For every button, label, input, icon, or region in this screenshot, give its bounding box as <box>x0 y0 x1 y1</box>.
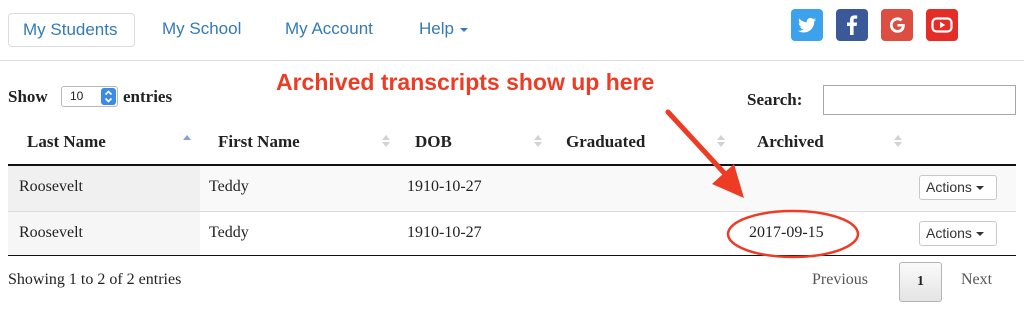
help-dropdown[interactable]: Help <box>405 13 482 46</box>
search-label: Search: <box>747 90 803 109</box>
google-plus-button[interactable] <box>881 9 913 41</box>
sort-ascending-icon <box>183 135 191 147</box>
cell-last-name: Roosevelt <box>19 224 83 241</box>
actions-label: Actions <box>926 179 972 195</box>
column-header-graduated[interactable]: Graduated <box>566 132 645 152</box>
show-label: Show <box>8 87 48 106</box>
caret-down-icon <box>975 232 984 237</box>
search-input[interactable] <box>823 85 1016 115</box>
column-header-first-name[interactable]: First Name <box>218 132 300 152</box>
caret-down-icon <box>975 186 984 191</box>
page-length-select[interactable]: 10 <box>61 86 118 107</box>
previous-page-button[interactable]: Previous <box>812 271 868 289</box>
caret-down-icon <box>459 27 468 32</box>
cell-dob: 1910-10-27 <box>407 178 482 195</box>
column-header-archived[interactable]: Archived <box>757 132 824 152</box>
youtube-button[interactable] <box>926 9 958 41</box>
annotation-callout: Archived transcripts show up here <box>276 69 655 95</box>
tab-my-account[interactable]: My Account <box>271 13 387 46</box>
entries-label: entries <box>123 87 173 106</box>
tab-my-school[interactable]: My School <box>148 13 255 46</box>
google-plus-icon <box>889 17 905 33</box>
sort-both-icon <box>534 135 542 147</box>
tab-my-students[interactable]: My Students <box>8 13 135 47</box>
actions-label: Actions <box>926 225 972 241</box>
cell-first-name: Teddy <box>209 224 249 241</box>
cell-last-name: Roosevelt <box>19 178 83 195</box>
youtube-icon <box>931 17 953 33</box>
page-length-value: 10 <box>70 89 84 103</box>
table-footer-divider <box>8 255 1016 256</box>
twitter-icon <box>798 17 816 33</box>
help-label: Help <box>419 19 454 38</box>
sort-both-icon <box>894 135 902 147</box>
current-page-button[interactable]: 1 <box>899 262 942 302</box>
actions-dropdown-button[interactable]: Actions <box>919 175 997 200</box>
cell-first-name: Teddy <box>209 178 249 195</box>
twitter-button[interactable] <box>791 9 823 41</box>
facebook-button[interactable] <box>836 9 868 41</box>
top-navigation: My Students My School My Account Help <box>0 0 1024 61</box>
cell-archived: 2017-09-15 <box>749 224 824 241</box>
column-header-dob[interactable]: DOB <box>415 132 452 152</box>
table-row: Roosevelt Teddy 1910-10-27 Actions <box>8 166 1016 211</box>
table-info-text: Showing 1 to 2 of 2 entries <box>8 271 182 288</box>
sort-both-icon <box>717 135 725 147</box>
select-arrows-icon <box>101 88 116 105</box>
actions-dropdown-button[interactable]: Actions <box>919 221 997 246</box>
cell-dob: 1910-10-27 <box>407 224 482 241</box>
sort-both-icon <box>382 135 390 147</box>
next-page-button[interactable]: Next <box>961 271 992 289</box>
column-header-last-name[interactable]: Last Name <box>27 132 106 152</box>
table-row: Roosevelt Teddy 1910-10-27 2017-09-15 Ac… <box>8 211 1016 256</box>
facebook-icon <box>847 15 858 35</box>
